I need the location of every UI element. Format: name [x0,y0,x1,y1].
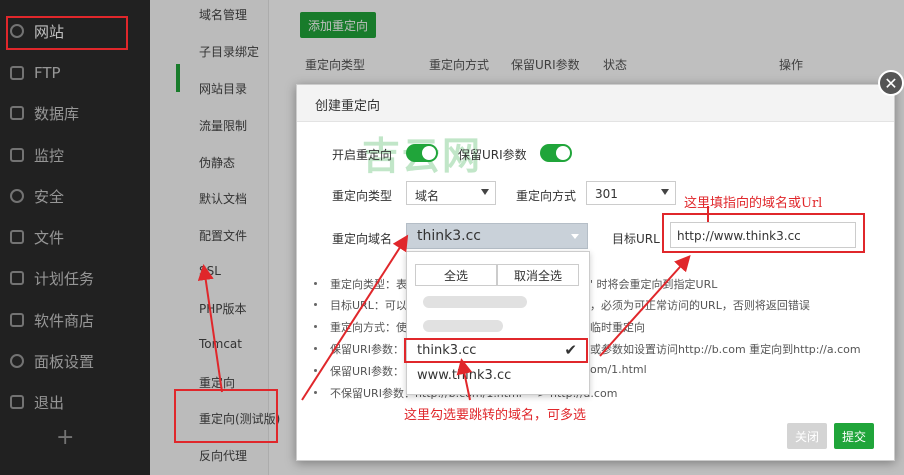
note-bullet [314,325,317,328]
note-bullet [314,347,317,350]
note-text: 保留URI参数： [330,365,404,378]
redirect-method-select[interactable]: 301 [586,181,676,205]
annotation-box-domain-option [404,338,588,363]
target-url-label: 目标URL [612,232,660,246]
note-text: 重定向方式：使 [330,321,407,334]
domain-dropdown: 全选 取消全选 think3.cc ✔ www.think3.cc [406,251,590,395]
note-bullet [314,369,317,372]
close-icon[interactable]: ✕ [878,70,904,96]
dialog-header: 创建重定向 [297,85,894,122]
note-text: 或参数如设置访问http://b.com 重定向到http://a.com [590,343,861,356]
enable-redirect-toggle[interactable] [406,144,438,162]
note-text: " 时将会重定向到指定URL [588,278,718,291]
blurred-option [423,296,527,308]
chevron-down-icon [571,234,579,239]
note-text: 保留URI参数： [330,343,404,356]
annotation-box-target-url [662,213,865,253]
keep-uri-toggle[interactable] [540,144,572,162]
close-button[interactable]: 关闭 [787,423,827,449]
note-bullet [314,391,317,394]
redirect-domain-select[interactable]: think3.cc [406,223,588,249]
note-bullet [314,282,317,285]
dropdown-option-label: www.think3.cc [417,368,512,383]
dialog-title: 创建重定向 [315,99,381,114]
note-text: 重定向类型：表 [330,278,407,291]
annotation-box-redirect-beta [174,389,278,443]
blurred-option [423,320,503,332]
note-text: om/1.html [590,363,647,376]
annotation-target-hint: 这里填指向的域名或Url [684,196,823,211]
submit-button[interactable]: 提交 [834,423,874,449]
redirect-method-value: 301 [595,187,618,201]
annotation-box-website [6,16,128,50]
redirect-method-label: 重定向方式 [516,189,577,203]
note-bullet [314,303,317,306]
note-text: ，必须为可正常访问的URL，否则将返回错误 [590,299,810,312]
note-text: 目标URL：可以 [330,299,407,312]
redirect-domain-value: think3.cc [417,228,481,244]
annotation-domain-hint: 这里勾选要跳转的域名，可多选 [404,408,587,423]
chevron-down-icon [661,189,669,195]
redirect-type-value: 域名 [415,189,440,203]
dropdown-option[interactable]: www.think3.cc [407,365,589,387]
chevron-down-icon [481,189,489,195]
redirect-domain-label: 重定向域名 [332,232,393,246]
keep-uri-label: 保留URI参数 [458,148,527,162]
redirect-type-select[interactable]: 域名 [406,181,496,205]
deselect-all-button[interactable]: 取消全选 [497,264,579,286]
select-all-button[interactable]: 全选 [415,264,497,286]
redirect-type-label: 重定向类型 [332,189,393,203]
enable-redirect-label: 开启重定向 [332,148,393,162]
note-text: 临时重定向 [590,321,645,334]
